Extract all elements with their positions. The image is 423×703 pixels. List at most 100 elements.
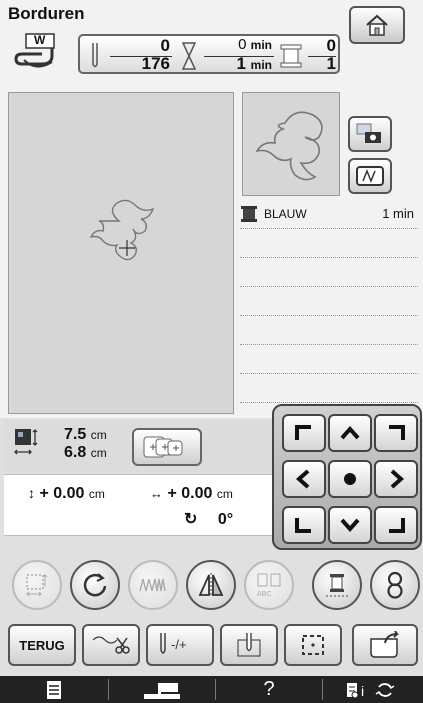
resize-button[interactable] <box>12 560 62 610</box>
list-item <box>240 374 418 403</box>
settings-button[interactable]: i <box>323 676 423 703</box>
frame-preview-icon <box>356 166 384 186</box>
trial-button[interactable] <box>284 624 342 666</box>
horizontal-arrow-icon: ↔ <box>150 486 163 501</box>
thread-time: 1 min <box>382 206 414 221</box>
color-current: 0 <box>326 36 336 55</box>
vertical-offset-value: + 0.00 <box>39 485 85 502</box>
corner-up-left-icon <box>295 425 311 440</box>
chevron-up-icon <box>340 425 360 440</box>
density-button[interactable] <box>128 560 178 610</box>
vertical-arrow-icon: ↕ <box>28 485 35 501</box>
border-repeat-button[interactable] <box>370 560 420 610</box>
page-title: Borduren <box>8 4 85 23</box>
move-down-right-button[interactable] <box>374 506 418 544</box>
mirror-button[interactable] <box>186 560 236 610</box>
size-panel: 7.5 cm 6.8 cm <box>4 420 272 472</box>
time-current-value: 0 <box>238 36 247 53</box>
move-down-left-button[interactable] <box>282 506 326 544</box>
list-item <box>240 316 418 345</box>
position-panel: ↕ + 0.00 cm ↔ + 0.00 cm ↻ 0° <box>4 474 272 536</box>
move-arrow-pad <box>272 404 422 550</box>
list-item[interactable]: BLAUW 1 min <box>240 200 418 229</box>
svg-text:ABC: ABC <box>257 591 271 598</box>
home-button[interactable] <box>349 6 405 44</box>
thread-cut-button[interactable] <box>82 624 140 666</box>
density-icon <box>139 578 166 592</box>
camera-button[interactable] <box>348 116 392 152</box>
help-icon: ? <box>263 678 275 700</box>
presser-foot-indicator: W <box>12 32 64 74</box>
rotation-value: 0° <box>217 511 234 528</box>
needle-frame-icon <box>237 633 261 657</box>
time-total-unit: min <box>250 58 272 72</box>
pattern-info-button[interactable] <box>0 676 108 703</box>
resize-icon <box>26 574 48 597</box>
move-center-button[interactable] <box>328 460 372 498</box>
embroidery-preview[interactable] <box>8 92 234 414</box>
rotation: ↻ 0° <box>184 509 233 529</box>
svg-text:i: i <box>361 683 364 699</box>
thread-color-button[interactable] <box>312 560 362 610</box>
move-up-button[interactable] <box>328 414 372 452</box>
pocket-icon <box>370 631 399 658</box>
spool-icon <box>280 44 302 68</box>
array-button[interactable]: ABC <box>244 560 294 610</box>
scissors-icon <box>92 636 130 654</box>
vertical-offset: ↕ + 0.00 cm <box>28 485 105 503</box>
rotation-icon: ↻ <box>184 511 198 528</box>
time-total-value: 1 <box>236 54 246 73</box>
memory-pocket-button[interactable] <box>352 624 418 666</box>
stitch-total: 176 <box>141 54 170 73</box>
chevron-down-icon <box>340 518 360 533</box>
start-point-button[interactable] <box>220 624 278 666</box>
rotate-button[interactable] <box>70 560 120 610</box>
needle-step-button[interactable]: -/+ <box>146 624 214 666</box>
document-icon <box>47 680 61 699</box>
hourglass-icon <box>182 42 196 70</box>
thread-name: BLAUW <box>264 207 307 221</box>
move-right-button[interactable] <box>374 460 418 498</box>
color-total: 1 <box>326 54 336 73</box>
home-icon <box>366 14 388 36</box>
size-width: 7.5 cm <box>64 426 107 444</box>
thumbnail-design-icon <box>255 111 323 181</box>
loop-icon <box>387 571 403 599</box>
time-total: 1 min <box>202 54 272 74</box>
list-item <box>240 229 418 258</box>
progress-counters: 0 176 0 min 1 min 0 1 <box>78 34 340 74</box>
move-down-button[interactable] <box>328 506 372 544</box>
settings-icon: i <box>347 682 395 699</box>
svg-text:-/+: -/+ <box>171 637 187 652</box>
thread-color-list: BLAUW 1 min <box>240 200 418 415</box>
presser-foot-letter: W <box>34 33 46 47</box>
size-height-unit: cm <box>90 446 107 460</box>
move-up-left-button[interactable] <box>282 414 326 452</box>
horizontal-offset-value: + 0.00 <box>167 485 213 502</box>
time-current-unit: min <box>250 38 272 52</box>
help-button[interactable]: ? <box>216 676 322 703</box>
rotate-icon <box>83 573 107 597</box>
sewing-machine-icon <box>144 682 180 699</box>
array-icon: ABC <box>257 573 281 598</box>
sewing-preview-button[interactable] <box>348 158 392 194</box>
horizontal-offset: ↔ + 0.00 cm <box>150 485 233 503</box>
hoop-button[interactable] <box>132 428 202 466</box>
status-bar: ? i <box>0 676 423 703</box>
embroidery-unit-button[interactable] <box>109 676 215 703</box>
corner-down-right-icon <box>389 518 405 533</box>
thread-spool-icon <box>241 206 257 222</box>
list-item <box>240 287 418 316</box>
chevron-left-icon <box>295 469 310 489</box>
size-width-unit: cm <box>90 428 107 442</box>
vertical-offset-unit: cm <box>88 487 105 501</box>
move-left-button[interactable] <box>282 460 326 498</box>
size-width-value: 7.5 <box>64 426 87 443</box>
size-height: 6.8 cm <box>64 444 107 462</box>
corner-down-left-icon <box>295 518 311 533</box>
list-item <box>240 345 418 374</box>
stitch-current: 0 <box>160 36 170 55</box>
corner-up-right-icon <box>389 425 405 440</box>
move-up-right-button[interactable] <box>374 414 418 452</box>
back-button[interactable]: TERUG <box>8 624 76 666</box>
